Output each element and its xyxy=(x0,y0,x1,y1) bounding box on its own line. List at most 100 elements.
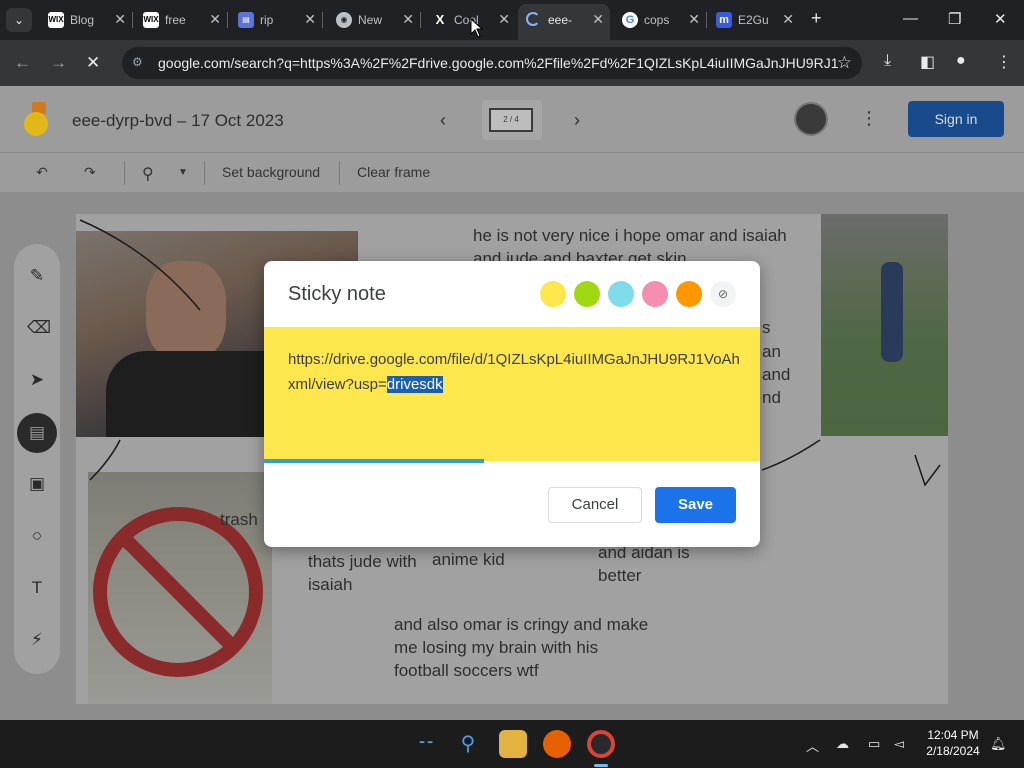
chrome-icon[interactable] xyxy=(587,730,615,758)
browser-toolbar: ← → ✕ ⚙ google.com/search?q=https%3A%2F%… xyxy=(0,40,1024,86)
toolbar-divider xyxy=(124,161,125,185)
select-tool-icon[interactable]: ➤ xyxy=(27,370,47,390)
chevron-down-icon: ⌄ xyxy=(13,13,25,27)
minimize-button[interactable]: — xyxy=(903,10,918,27)
menu-kebab-icon[interactable]: ⋮ xyxy=(996,52,1012,72)
clock-time: 12:04 PM xyxy=(927,728,979,742)
previous-frame-button[interactable]: ‹ xyxy=(440,110,446,131)
profile-icon[interactable]: ● xyxy=(956,52,966,70)
task-view-icon[interactable]: ⁃⁃ xyxy=(412,730,440,758)
board-text-jude[interactable]: thats jude with isaiah xyxy=(308,550,418,596)
chevron-up-icon[interactable]: ︿ xyxy=(806,736,819,755)
tab-label: E2Gu xyxy=(738,13,769,27)
tab-search-button[interactable]: ⌄ xyxy=(6,8,32,32)
avatar[interactable] xyxy=(794,102,828,136)
form-icon: ▤ xyxy=(238,12,254,28)
close-window-button[interactable]: ✕ xyxy=(994,10,1007,28)
note-text-area[interactable]: https://drive.google.com/file/d/1QIZLsKp… xyxy=(264,327,760,461)
board-text-fragment[interactable]: nd xyxy=(762,386,781,409)
clear-frame-button[interactable]: Clear frame xyxy=(357,164,430,180)
next-frame-button[interactable]: › xyxy=(574,110,580,131)
close-icon[interactable]: ✕ xyxy=(498,11,510,28)
no-color-icon[interactable]: ⊘ xyxy=(710,281,736,307)
laser-tool-icon[interactable]: ⚡ xyxy=(27,630,47,650)
download-icon[interactable]: ⤓ xyxy=(884,52,891,70)
frame-bar-button[interactable]: 2 / 4 xyxy=(482,100,542,140)
stop-loading-button[interactable]: ✕ xyxy=(86,53,100,73)
frame-indicator: 2 / 4 xyxy=(489,108,533,132)
text-box-tool-icon[interactable]: T xyxy=(27,578,47,598)
board-image-field[interactable] xyxy=(821,214,948,436)
volume-icon[interactable]: ◅ xyxy=(894,736,904,752)
tab-divider xyxy=(706,12,707,28)
save-button[interactable]: Save xyxy=(655,487,736,523)
board-text-anime-kid[interactable]: anime kid xyxy=(432,548,505,571)
color-swatch-blue[interactable] xyxy=(608,281,634,307)
tab-new[interactable]: ◉ New ✕ xyxy=(328,6,421,34)
tab-label: rip xyxy=(260,13,274,27)
board-text-trash[interactable]: trash xyxy=(220,508,258,531)
tab-free[interactable]: WIX free ✕ xyxy=(135,6,228,34)
notification-bell-icon[interactable]: 🔔︎ xyxy=(990,736,1007,752)
set-background-button[interactable]: Set background xyxy=(222,164,320,180)
close-icon[interactable]: ✕ xyxy=(304,11,316,28)
forward-button[interactable]: → xyxy=(50,53,67,73)
document-title[interactable]: eee-dyrp-bvd – 17 Oct 2023 xyxy=(72,111,284,131)
system-clock[interactable]: 12:04 PM 2/18/2024 xyxy=(916,727,990,759)
color-swatch-green[interactable] xyxy=(574,281,600,307)
tab-rip[interactable]: ▤ rip ✕ xyxy=(230,6,323,34)
eraser-tool-icon[interactable]: ⌫ xyxy=(27,318,51,338)
close-icon[interactable]: ✕ xyxy=(688,11,700,28)
color-swatch-orange[interactable] xyxy=(676,281,702,307)
board-text-aidan[interactable]: and aidan is better xyxy=(598,541,718,587)
image-tool-icon[interactable]: ▣ xyxy=(27,474,47,494)
board-text-fragment[interactable]: an xyxy=(762,340,781,363)
cancel-button[interactable]: Cancel xyxy=(548,487,642,523)
sign-in-button[interactable]: Sign in xyxy=(908,101,1004,137)
search-icon[interactable]: ⚲ xyxy=(454,730,482,758)
side-panel-icon[interactable]: ◧ xyxy=(920,52,935,72)
toolbar-divider xyxy=(339,161,340,185)
board-text-fragment[interactable]: s xyxy=(762,316,771,339)
address-text[interactable]: google.com/search?q=https%3A%2F%2Fdrive.… xyxy=(158,55,838,71)
network-icon[interactable]: ▭ xyxy=(868,736,880,752)
tab-blog[interactable]: WIX Blog ✕ xyxy=(40,6,133,34)
close-icon[interactable]: ✕ xyxy=(209,11,221,28)
pen-tool-icon[interactable]: ✎ xyxy=(27,266,47,286)
site-info-icon[interactable]: ⚙ xyxy=(132,55,148,71)
tab-e2gu[interactable]: m E2Gu ✕ xyxy=(708,6,800,34)
board-text-omar[interactable]: and also omar is cringy and make me losi… xyxy=(394,613,656,682)
tab-cops[interactable]: G cops ✕ xyxy=(614,6,707,34)
address-bar[interactable]: ⚙ google.com/search?q=https%3A%2F%2Fdriv… xyxy=(122,47,862,79)
chevron-down-icon[interactable]: ▼ xyxy=(178,167,188,178)
close-icon[interactable]: ✕ xyxy=(782,11,794,28)
firefox-icon[interactable] xyxy=(543,730,571,758)
board-text-fragment[interactable]: and xyxy=(762,363,790,386)
maximize-button[interactable]: ❐ xyxy=(948,10,961,28)
close-icon[interactable]: ✕ xyxy=(114,11,126,28)
close-icon[interactable]: ✕ xyxy=(402,11,414,28)
sticky-note-tool-icon[interactable]: ▤ xyxy=(17,413,57,453)
shape-tool-icon[interactable]: ○ xyxy=(27,526,47,546)
tab-divider xyxy=(322,12,323,28)
tab-label: eee- xyxy=(548,13,573,27)
more-options-icon[interactable]: ⋮ xyxy=(860,108,878,129)
note-text[interactable]: https://drive.google.com/file/d/1QIZLsKp… xyxy=(288,347,740,397)
color-swatch-pink[interactable] xyxy=(642,281,668,307)
google-icon: G xyxy=(622,12,638,28)
redo-icon[interactable]: ↷ xyxy=(84,164,96,181)
zoom-icon[interactable]: ⚲ xyxy=(142,164,154,184)
bookmark-star-icon[interactable]: ☆ xyxy=(837,53,852,73)
color-swatch-yellow[interactable] xyxy=(540,281,566,307)
back-button[interactable]: ← xyxy=(14,53,31,73)
loading-spinner-icon xyxy=(526,12,540,26)
board-image-no-sign[interactable] xyxy=(88,472,272,704)
new-tab-button[interactable]: + xyxy=(811,8,822,29)
undo-icon[interactable]: ↶ xyxy=(36,164,48,181)
onedrive-icon[interactable]: ☁ xyxy=(836,736,849,752)
tab-label: free xyxy=(165,13,186,27)
close-icon[interactable]: ✕ xyxy=(592,11,604,28)
tab-eee-active[interactable]: eee- ✕ xyxy=(518,4,610,40)
file-explorer-icon[interactable] xyxy=(499,730,527,758)
jamboard-logo-icon xyxy=(22,102,52,138)
